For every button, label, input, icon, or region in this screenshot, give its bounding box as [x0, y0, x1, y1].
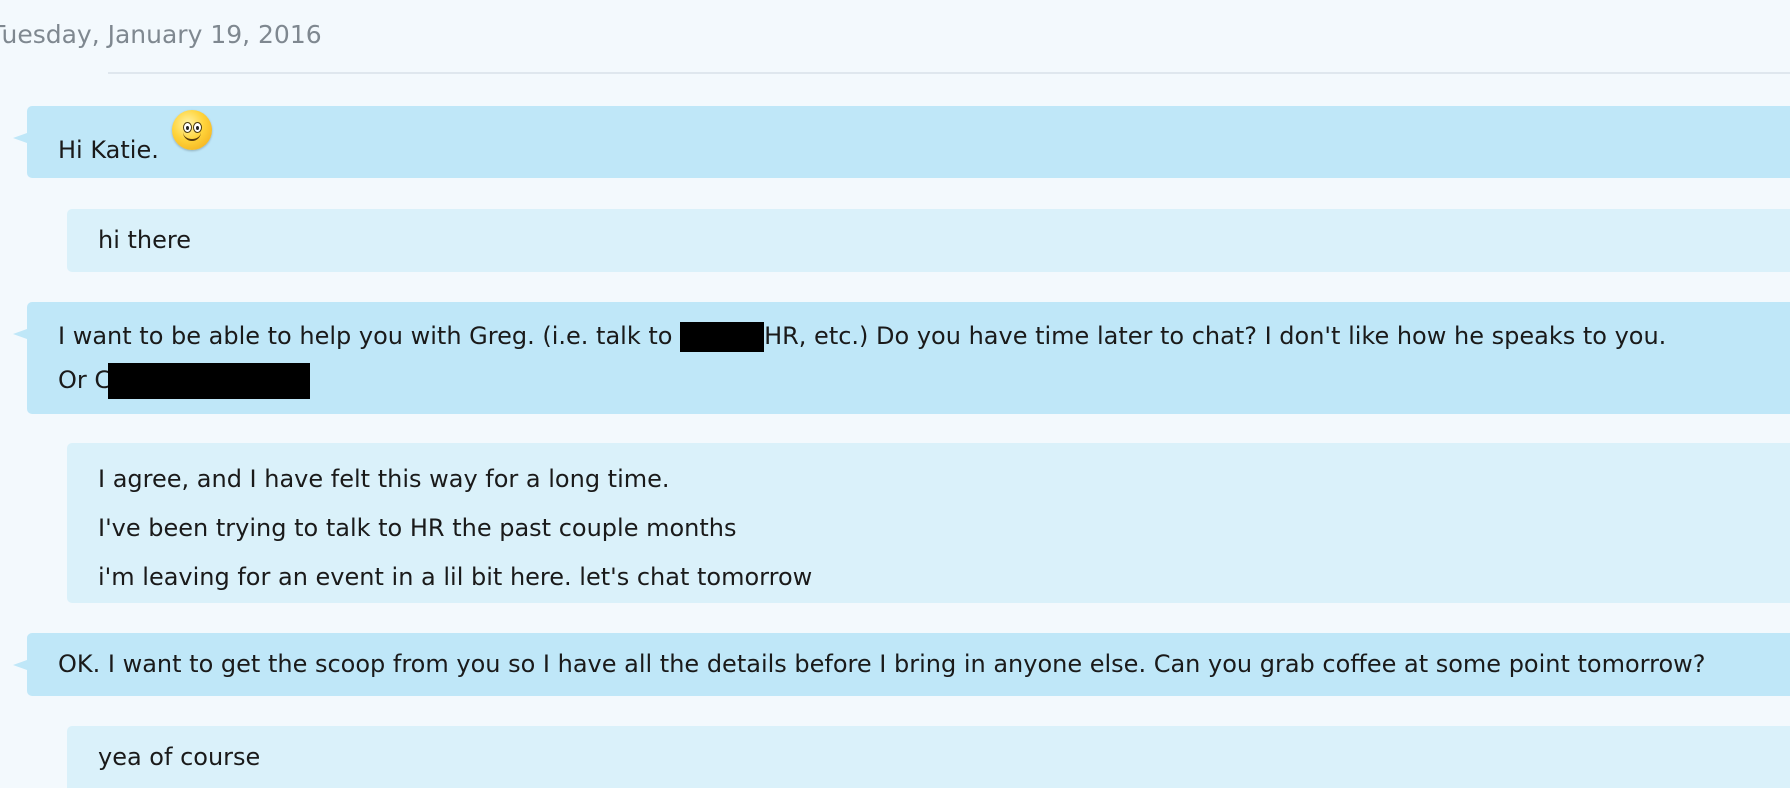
message-text: Hi Katie.	[58, 136, 159, 164]
message-line: Or C	[58, 358, 1790, 402]
chat-history: Tuesday, January 19, 2016 Hi Katie. hi t…	[0, 0, 1790, 788]
message-bubble-outgoing[interactable]: I want to be able to help you with Greg.…	[13, 302, 1790, 414]
redaction-block	[680, 322, 765, 352]
message-bubble-incoming[interactable]: hi there	[67, 209, 1790, 272]
message-line: hi there	[98, 226, 191, 254]
message-bubble-outgoing[interactable]: OK. I want to get the scoop from you so …	[13, 633, 1790, 696]
date-header: Tuesday, January 19, 2016	[0, 20, 322, 49]
message-bubble-incoming[interactable]: yea of course	[67, 726, 1790, 788]
message-text: I want to be able to help you with Greg.…	[58, 322, 681, 350]
message-text: HR, etc.) Do you have time later to chat…	[764, 322, 1667, 350]
date-divider	[108, 72, 1790, 74]
message-line: i'm leaving for an event in a lil bit he…	[98, 563, 813, 591]
message-bubble-incoming[interactable]: I agree, and I have felt this way for a …	[67, 443, 1790, 603]
message-line: Hi Katie.	[58, 110, 1790, 172]
message-text: Or C	[58, 366, 112, 394]
message-line: I agree, and I have felt this way for a …	[98, 465, 670, 493]
smile-emoticon-icon	[172, 110, 213, 150]
redaction-block	[108, 363, 311, 399]
message-line: yea of course	[98, 743, 261, 771]
message-line: I want to be able to help you with Greg.…	[58, 314, 1790, 358]
message-line: I've been trying to talk to HR the past …	[98, 514, 737, 542]
message-line: OK. I want to get the scoop from you so …	[58, 650, 1706, 678]
message-bubble-outgoing[interactable]: Hi Katie.	[13, 106, 1790, 178]
